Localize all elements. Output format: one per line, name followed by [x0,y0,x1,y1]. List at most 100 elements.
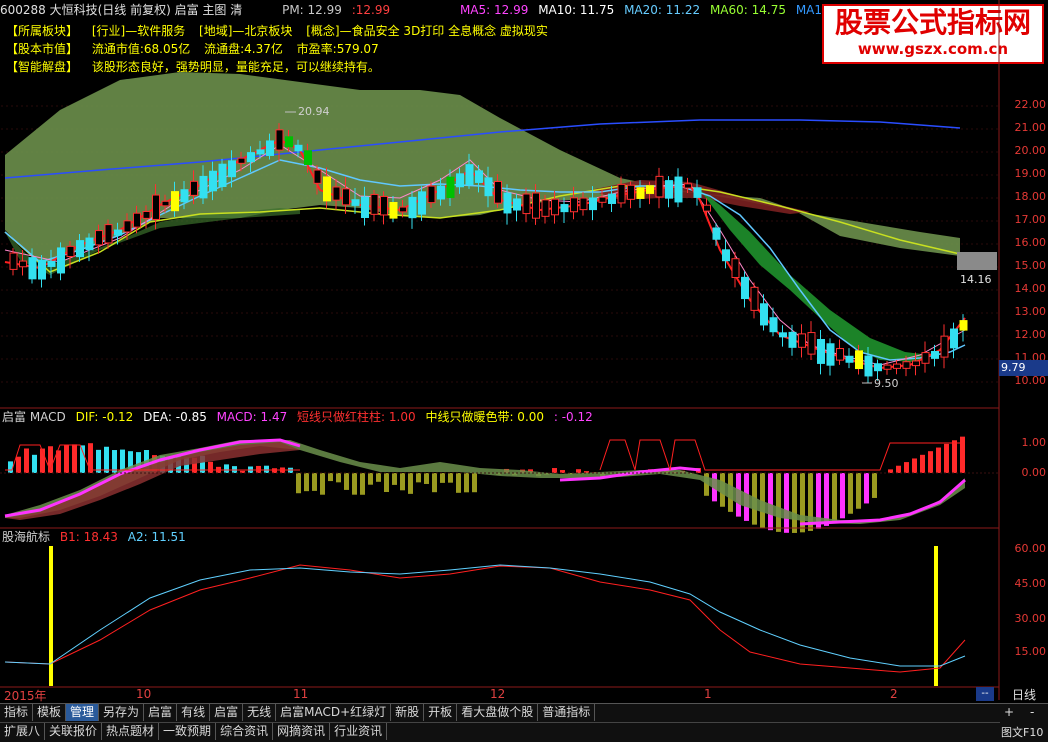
candle-body [618,184,625,203]
macd-bar [792,473,797,533]
candle-body [238,158,245,163]
macd-bar [208,462,213,473]
candle-body [837,349,844,361]
macd-bar [24,448,29,473]
candle-body [485,178,492,196]
toolbar-button[interactable]: 指标 [0,704,33,721]
toolbar-tab[interactable]: 综合资讯 [216,723,273,740]
candle-body [533,193,540,218]
candle-body [561,205,568,212]
toolbar-button[interactable]: 看大盘做个股 [457,704,538,721]
macd-bar [328,473,333,481]
f10-button[interactable]: 图文F10 [1001,724,1043,740]
toolbar-tab[interactable]: 网摘资讯 [273,723,330,740]
candle-body [143,211,150,218]
toolbar-button[interactable]: 启富MACD+红绿灯 [276,704,391,721]
toolbar-button[interactable]: 启富 [144,704,177,721]
toolbar-tab[interactable]: 一致预期 [159,723,216,740]
candle-body [599,197,606,202]
macd-title-bar: 启富 MACD DIF: -0.12 DEA: -0.85 MACD: 1.47… [2,409,599,425]
toolbar-button[interactable]: 启富 [210,704,243,721]
candle-body [314,170,321,183]
price-axis-label: 22.00 [1002,98,1046,111]
toolbar-button[interactable]: 另存为 [99,704,144,721]
toolbar-button[interactable]: 有线 [177,704,210,721]
macd-bar [904,462,909,473]
macd-bar [72,444,77,473]
macd-bar [344,473,349,490]
candle-body [913,361,920,366]
candle-body [191,181,198,195]
period-selector[interactable]: 日线 [1000,687,1048,703]
candle-body [941,336,948,357]
toolbar-tab[interactable]: 行业资讯 [330,723,387,740]
candle-body [694,188,701,198]
toolbar-button[interactable]: 普通指标 [538,704,595,721]
macd-axis-label: 1.00 [1002,436,1046,449]
toolbar-button[interactable]: 开板 [424,704,457,721]
macd-bar [32,455,37,473]
macd-bar [304,473,309,491]
candle-body [808,333,815,355]
candle-body [742,277,749,298]
toolbar-row-2: 扩展八关联报价热点题材一致预期综合资讯网摘资讯行业资讯 [0,723,1000,741]
macd-bar [472,473,477,492]
candle-body [409,197,416,217]
candle-body [362,197,369,218]
candle-body [466,165,473,185]
candle-body [580,198,587,210]
toolbar-button[interactable]: 模板 [33,704,66,721]
current-price-box [957,252,997,270]
price-axis-label: 12.00 [1002,328,1046,341]
candle-body [39,260,46,279]
macd-name: 启富 MACD [2,410,66,424]
time-label: 1 [704,687,712,701]
macd-bar [368,473,373,485]
macd-short: 短线只做红柱柱: 1.00 [297,410,416,424]
toolbar-button[interactable]: 新股 [391,704,424,721]
candle-body [305,151,312,165]
time-axis-toggle-button[interactable]: -- [976,687,994,701]
candle-body [656,176,663,197]
macd-bar [80,445,85,473]
candle-body [333,187,340,200]
macd-bar [456,473,461,493]
time-axis: 2015年 10 11 12 1 2 -- [0,687,999,703]
candle-body [647,186,654,194]
candle-body [476,171,483,183]
candle-body [96,231,103,245]
toolbar-button[interactable]: 无线 [243,704,276,721]
candle-body [324,177,331,201]
candle-body [761,304,768,325]
candle-body [276,130,283,150]
toolbar-tab[interactable]: 关联报价 [45,723,102,740]
macd-bar [312,473,317,491]
price-axis-label: 19.00 [1002,167,1046,180]
candle-body [666,181,673,199]
candle-body [124,221,131,232]
candle-body [210,171,217,191]
candle-body [685,184,692,188]
macd-bar [320,473,325,495]
zoom-out-button[interactable]: - [1030,705,1034,719]
candle-body [371,194,378,214]
candle-body [932,352,939,359]
toolbar-tab[interactable]: 扩展八 [0,723,45,740]
macd-bar [64,445,69,473]
macd-bar [768,473,773,530]
time-label: 11 [293,687,308,701]
low-price-tag: 9.50 [874,377,899,390]
zoom-in-button[interactable]: + [1004,705,1014,719]
candle-body [438,186,445,199]
toolbar-tab[interactable]: 热点题材 [102,723,159,740]
candle-body [856,351,863,369]
candle-body [637,188,644,199]
candle-body [542,200,549,216]
macd-bar [8,461,13,473]
candle-body [115,230,122,235]
macd-bar [432,473,437,492]
price-axis-label: 14.00 [1002,282,1046,295]
toolbar-button[interactable]: 管理 [66,704,99,721]
hang-axis-label: 60.00 [1002,542,1046,555]
macd-bar [832,473,837,522]
